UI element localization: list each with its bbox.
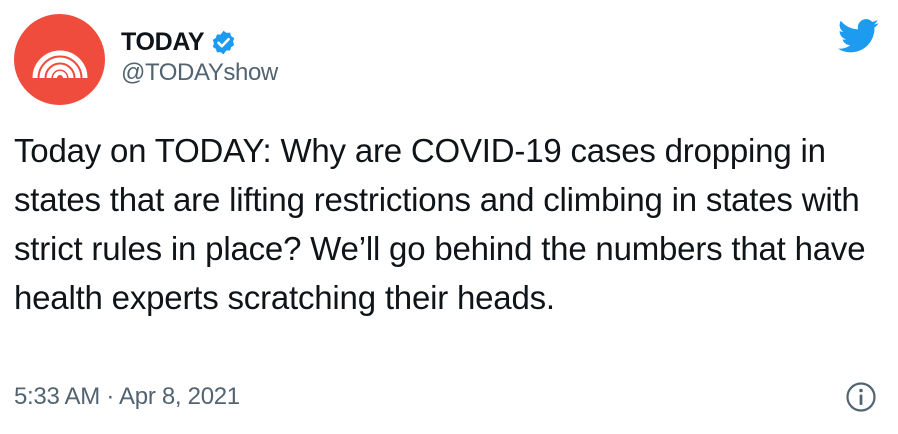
avatar[interactable]	[14, 14, 105, 105]
today-logo-icon	[32, 50, 87, 78]
user-info: TODAY @TODAYshow	[121, 26, 278, 87]
tweet-timestamp[interactable]: 5:33 AM · Apr 8, 2021	[14, 383, 240, 411]
info-icon[interactable]	[845, 381, 877, 418]
display-name[interactable]: TODAY	[121, 28, 205, 57]
tweet-card: TODAY @TODAYshow Today on TODAY: Why are…	[0, 0, 898, 434]
user-handle[interactable]: @TODAYshow	[121, 59, 278, 87]
tweet-text: Today on TODAY: Why are COVID-19 cases d…	[14, 132, 866, 316]
name-row: TODAY	[121, 26, 278, 58]
verified-badge-icon	[210, 29, 237, 56]
twitter-bird-icon[interactable]	[837, 19, 880, 58]
